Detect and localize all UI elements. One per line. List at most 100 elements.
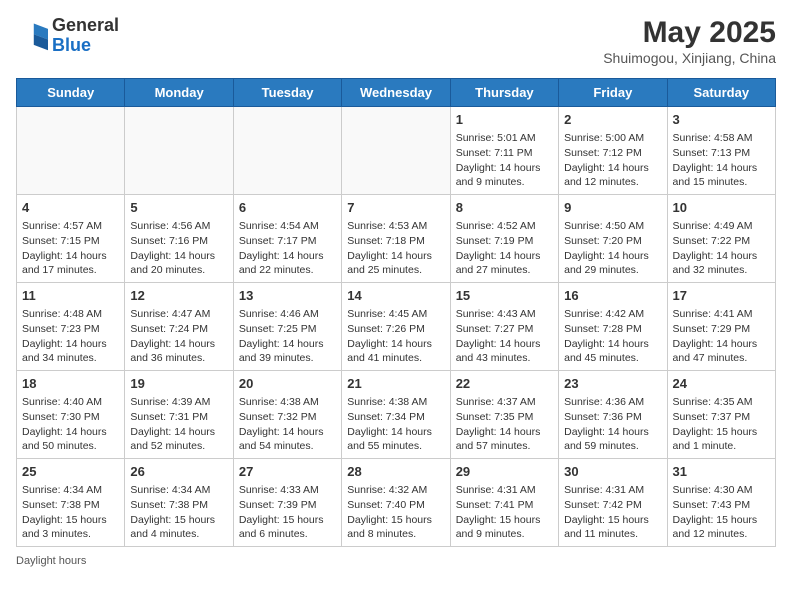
calendar-cell <box>125 107 233 195</box>
calendar-header: SundayMondayTuesdayWednesdayThursdayFrid… <box>17 79 776 107</box>
day-info: Sunrise: 5:01 AM Sunset: 7:11 PM Dayligh… <box>456 131 553 190</box>
day-info: Sunrise: 4:35 AM Sunset: 7:37 PM Dayligh… <box>673 395 770 454</box>
day-info: Sunrise: 5:00 AM Sunset: 7:12 PM Dayligh… <box>564 131 661 190</box>
day-number: 16 <box>564 287 661 305</box>
calendar-body: 1 Sunrise: 5:01 AM Sunset: 7:11 PM Daylig… <box>17 107 776 547</box>
day-header-saturday: Saturday <box>667 79 775 107</box>
day-number: 13 <box>239 287 336 305</box>
calendar-cell: 17Sunrise: 4:41 AM Sunset: 7:29 PM Dayli… <box>667 283 775 371</box>
day-info: Sunrise: 4:30 AM Sunset: 7:43 PM Dayligh… <box>673 483 770 542</box>
day-number: 23 <box>564 375 661 393</box>
calendar-week-5: 25 Sunrise: 4:34 AM Sunset: 7:38 PM Dayli… <box>17 459 776 547</box>
calendar-cell: 25 Sunrise: 4:34 AM Sunset: 7:38 PM Dayli… <box>17 459 125 547</box>
day-info: Sunrise: 4:37 AM Sunset: 7:35 PM Dayligh… <box>456 395 553 454</box>
day-number: 25 <box>22 463 119 481</box>
day-info: Sunrise: 4:45 AM Sunset: 7:26 PM Dayligh… <box>347 307 444 366</box>
day-number: 1 <box>456 111 553 129</box>
logo-text: General Blue <box>52 16 119 56</box>
day-info: Sunrise: 4:53 AM Sunset: 7:18 PM Dayligh… <box>347 219 444 278</box>
day-info: Sunrise: 4:34 AM Sunset: 7:38 PM Dayligh… <box>22 483 119 542</box>
calendar-cell: 11 Sunrise: 4:48 AM Sunset: 7:23 PM Dayli… <box>17 283 125 371</box>
day-header-tuesday: Tuesday <box>233 79 341 107</box>
calendar-week-4: 18Sunrise: 4:40 AM Sunset: 7:30 PM Dayli… <box>17 371 776 459</box>
day-info: Sunrise: 4:38 AM Sunset: 7:32 PM Dayligh… <box>239 395 336 454</box>
calendar-cell: 18Sunrise: 4:40 AM Sunset: 7:30 PM Dayli… <box>17 371 125 459</box>
day-number: 12 <box>130 287 227 305</box>
day-info: Sunrise: 4:58 AM Sunset: 7:13 PM Dayligh… <box>673 131 770 190</box>
day-info: Sunrise: 4:46 AM Sunset: 7:25 PM Dayligh… <box>239 307 336 366</box>
day-info: Sunrise: 4:52 AM Sunset: 7:19 PM Dayligh… <box>456 219 553 278</box>
day-number: 27 <box>239 463 336 481</box>
calendar-cell <box>342 107 450 195</box>
day-number: 21 <box>347 375 444 393</box>
logo: General Blue <box>16 16 119 56</box>
day-info: Sunrise: 4:42 AM Sunset: 7:28 PM Dayligh… <box>564 307 661 366</box>
calendar-week-1: 1 Sunrise: 5:01 AM Sunset: 7:11 PM Daylig… <box>17 107 776 195</box>
day-info: Sunrise: 4:47 AM Sunset: 7:24 PM Dayligh… <box>130 307 227 366</box>
calendar-cell: 19Sunrise: 4:39 AM Sunset: 7:31 PM Dayli… <box>125 371 233 459</box>
day-info: Sunrise: 4:36 AM Sunset: 7:36 PM Dayligh… <box>564 395 661 454</box>
day-number: 2 <box>564 111 661 129</box>
day-number: 5 <box>130 199 227 217</box>
day-info: Sunrise: 4:38 AM Sunset: 7:34 PM Dayligh… <box>347 395 444 454</box>
calendar-cell: 30 Sunrise: 4:31 AM Sunset: 7:42 PM Dayli… <box>559 459 667 547</box>
calendar-cell: 13 Sunrise: 4:46 AM Sunset: 7:25 PM Dayli… <box>233 283 341 371</box>
calendar-cell: 29Sunrise: 4:31 AM Sunset: 7:41 PM Dayli… <box>450 459 558 547</box>
calendar-cell: 22Sunrise: 4:37 AM Sunset: 7:35 PM Dayli… <box>450 371 558 459</box>
day-number: 31 <box>673 463 770 481</box>
calendar-cell: 14 Sunrise: 4:45 AM Sunset: 7:26 PM Dayli… <box>342 283 450 371</box>
calendar-cell: 20Sunrise: 4:38 AM Sunset: 7:32 PM Dayli… <box>233 371 341 459</box>
day-info: Sunrise: 4:49 AM Sunset: 7:22 PM Dayligh… <box>673 219 770 278</box>
page-header: General Blue May 2025 Shuimogou, Xinjian… <box>16 16 776 66</box>
day-header-friday: Friday <box>559 79 667 107</box>
calendar-cell: 28 Sunrise: 4:32 AM Sunset: 7:40 PM Dayli… <box>342 459 450 547</box>
day-header-sunday: Sunday <box>17 79 125 107</box>
calendar-week-3: 11 Sunrise: 4:48 AM Sunset: 7:23 PM Dayli… <box>17 283 776 371</box>
day-info: Sunrise: 4:32 AM Sunset: 7:40 PM Dayligh… <box>347 483 444 542</box>
calendar-cell: 27Sunrise: 4:33 AM Sunset: 7:39 PM Dayli… <box>233 459 341 547</box>
day-number: 29 <box>456 463 553 481</box>
calendar-cell: 2 Sunrise: 5:00 AM Sunset: 7:12 PM Daylig… <box>559 107 667 195</box>
day-number: 15 <box>456 287 553 305</box>
calendar-cell: 10 Sunrise: 4:49 AM Sunset: 7:22 PM Dayli… <box>667 195 775 283</box>
calendar-cell <box>17 107 125 195</box>
calendar-week-2: 4 Sunrise: 4:57 AM Sunset: 7:15 PM Daylig… <box>17 195 776 283</box>
calendar-cell: 9 Sunrise: 4:50 AM Sunset: 7:20 PM Daylig… <box>559 195 667 283</box>
calendar-cell: 24 Sunrise: 4:35 AM Sunset: 7:37 PM Dayli… <box>667 371 775 459</box>
day-number: 30 <box>564 463 661 481</box>
day-number: 10 <box>673 199 770 217</box>
calendar-cell: 31 Sunrise: 4:30 AM Sunset: 7:43 PM Dayli… <box>667 459 775 547</box>
day-info: Sunrise: 4:54 AM Sunset: 7:17 PM Dayligh… <box>239 219 336 278</box>
day-number: 8 <box>456 199 553 217</box>
day-info: Sunrise: 4:41 AM Sunset: 7:29 PM Dayligh… <box>673 307 770 366</box>
day-info: Sunrise: 4:50 AM Sunset: 7:20 PM Dayligh… <box>564 219 661 278</box>
day-number: 14 <box>347 287 444 305</box>
day-number: 24 <box>673 375 770 393</box>
calendar-cell <box>233 107 341 195</box>
day-headers-row: SundayMondayTuesdayWednesdayThursdayFrid… <box>17 79 776 107</box>
calendar-cell: 26Sunrise: 4:34 AM Sunset: 7:38 PM Dayli… <box>125 459 233 547</box>
day-number: 18 <box>22 375 119 393</box>
day-info: Sunrise: 4:31 AM Sunset: 7:42 PM Dayligh… <box>564 483 661 542</box>
location: Shuimogou, Xinjiang, China <box>603 50 776 66</box>
day-number: 7 <box>347 199 444 217</box>
day-number: 4 <box>22 199 119 217</box>
day-number: 28 <box>347 463 444 481</box>
calendar-cell: 15Sunrise: 4:43 AM Sunset: 7:27 PM Dayli… <box>450 283 558 371</box>
calendar-cell: 16 Sunrise: 4:42 AM Sunset: 7:28 PM Dayli… <box>559 283 667 371</box>
calendar-cell: 1 Sunrise: 5:01 AM Sunset: 7:11 PM Daylig… <box>450 107 558 195</box>
day-number: 9 <box>564 199 661 217</box>
footer-note: Daylight hours <box>16 555 776 567</box>
day-number: 3 <box>673 111 770 129</box>
day-number: 26 <box>130 463 227 481</box>
calendar-cell: 4 Sunrise: 4:57 AM Sunset: 7:15 PM Daylig… <box>17 195 125 283</box>
calendar-cell: 8 Sunrise: 4:52 AM Sunset: 7:19 PM Daylig… <box>450 195 558 283</box>
day-number: 11 <box>22 287 119 305</box>
day-info: Sunrise: 4:48 AM Sunset: 7:23 PM Dayligh… <box>22 307 119 366</box>
month-year: May 2025 <box>603 16 776 50</box>
day-header-thursday: Thursday <box>450 79 558 107</box>
day-header-wednesday: Wednesday <box>342 79 450 107</box>
calendar-cell: 12 Sunrise: 4:47 AM Sunset: 7:24 PM Dayli… <box>125 283 233 371</box>
calendar-cell: 23 Sunrise: 4:36 AM Sunset: 7:36 PM Dayli… <box>559 371 667 459</box>
day-info: Sunrise: 4:57 AM Sunset: 7:15 PM Dayligh… <box>22 219 119 278</box>
